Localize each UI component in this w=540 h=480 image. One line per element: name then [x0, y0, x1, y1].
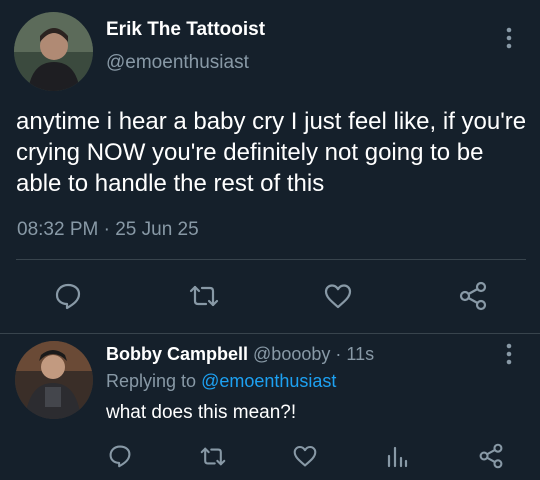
like-icon[interactable] — [323, 282, 353, 310]
reply-share-icon[interactable] — [478, 443, 504, 469]
author-handle[interactable]: @emoenthusiast — [106, 52, 249, 74]
divider — [0, 333, 540, 334]
author-avatar[interactable] — [14, 12, 93, 91]
tweet-timestamp: 08:32 PM · 25 Jun 25 — [17, 219, 199, 240]
reply-analytics-icon[interactable] — [385, 444, 409, 468]
divider — [16, 259, 526, 260]
replying-to-line: Replying to @emoenthusiast — [106, 371, 336, 392]
replying-to-handle-link[interactable]: @emoenthusiast — [201, 371, 336, 391]
reply-author-name[interactable]: Bobby Campbell — [106, 344, 248, 364]
reply-reply-icon[interactable] — [108, 444, 132, 468]
more-options-icon[interactable] — [505, 27, 513, 49]
author-name[interactable]: Erik The Tattooist — [106, 19, 265, 41]
replying-to-label: Replying to — [106, 371, 197, 391]
reply-icon[interactable] — [54, 282, 82, 310]
tweet-text: anytime i hear a baby cry I just feel li… — [16, 108, 527, 197]
reply-author-avatar[interactable] — [15, 341, 93, 419]
reply-retweet-icon[interactable] — [200, 445, 226, 468]
retweet-icon[interactable] — [189, 283, 219, 309]
reply-header: Bobby Campbell @boooby · 11s — [106, 344, 374, 365]
share-icon[interactable] — [458, 281, 488, 311]
reply-time-separator: · — [335, 344, 342, 364]
reply-text: what does this mean?! — [106, 402, 297, 423]
reply-time: 11s — [346, 344, 375, 364]
reply-more-options-icon[interactable] — [505, 343, 513, 365]
reply-like-icon[interactable] — [292, 444, 318, 468]
reply-author-handle[interactable]: @boooby — [253, 344, 330, 364]
